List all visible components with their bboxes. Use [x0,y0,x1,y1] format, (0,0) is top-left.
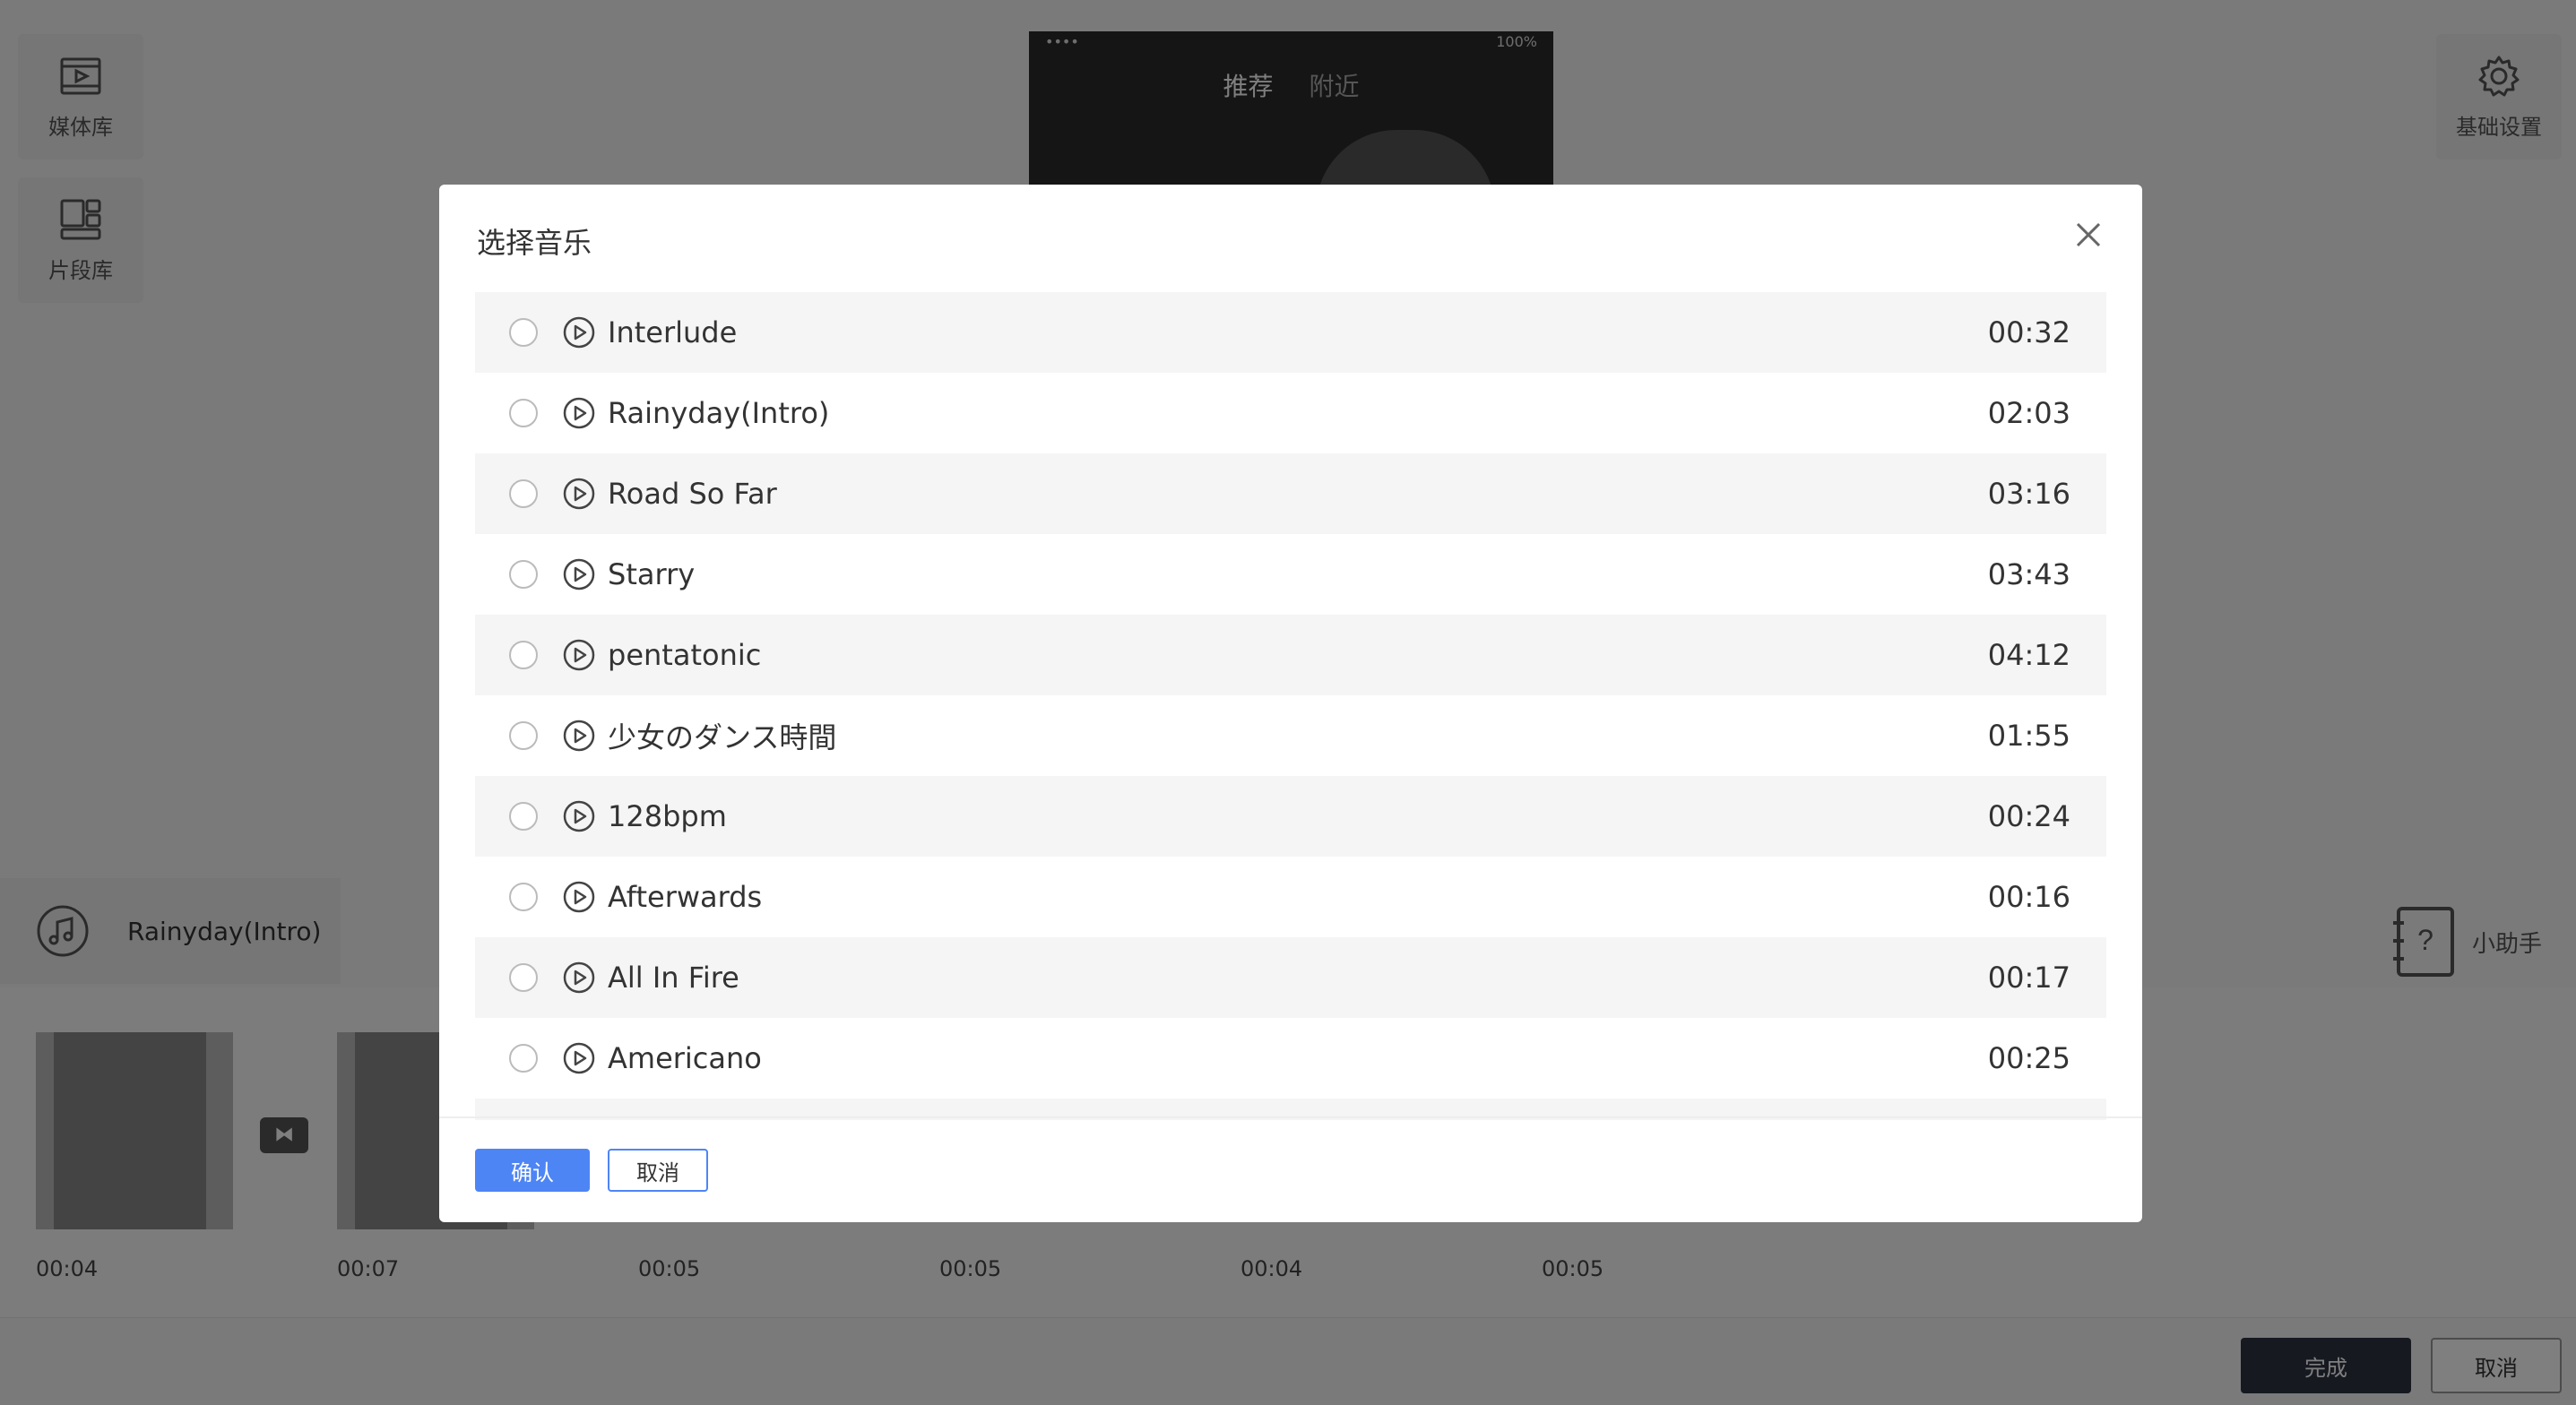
play-icon[interactable] [563,397,595,429]
track-row[interactable]: Afterwards 00:16 [475,857,2106,937]
track-radio[interactable] [509,479,538,508]
dialog-title: 选择音乐 [477,226,592,260]
track-radio[interactable] [509,1044,538,1073]
play-icon[interactable] [563,558,595,590]
play-icon[interactable] [563,881,595,913]
play-icon[interactable] [563,478,595,510]
play-icon[interactable] [563,800,595,832]
track-radio[interactable] [509,641,538,669]
play-icon[interactable] [563,720,595,752]
track-radio[interactable] [509,318,538,347]
select-music-dialog: 选择音乐 Interlude 00:32 Rainyday(Intro) 02:03 R… [439,185,2142,1222]
track-row[interactable]: 少女のダンス時間 01:55 [475,695,2106,776]
track-radio[interactable] [509,560,538,589]
track-row[interactable]: 128bpm 00:24 [475,776,2106,857]
track-row[interactable]: Americano 00:25 [475,1018,2106,1099]
play-icon[interactable] [563,316,595,349]
track-row[interactable]: All In Fire 00:17 [475,937,2106,1018]
track-row[interactable]: Interlude 00:32 [475,292,2106,373]
track-title: Afterwards [608,880,763,914]
confirm-button[interactable]: 确认 [475,1149,590,1192]
track-row[interactable]: Rainyday(Intro) 02:03 [475,373,2106,453]
track-duration: 04:12 [1987,638,2070,672]
cancel-button[interactable]: 取消 [608,1149,708,1192]
track-radio[interactable] [509,963,538,992]
play-icon[interactable] [563,1042,595,1074]
track-row[interactable]: Starry 03:43 [475,534,2106,615]
track-radio[interactable] [509,802,538,831]
track-row[interactable]: Road So Far 03:16 [475,453,2106,534]
track-title: Starry [608,557,696,591]
track-title: 128bpm [608,799,727,833]
track-duration: 00:16 [1987,880,2070,914]
track-title: Rainyday(Intro) [608,396,830,430]
track-radio[interactable] [509,883,538,911]
track-title: Road So Far [608,477,777,511]
track-title: All In Fire [608,961,739,995]
track-duration: 00:25 [1987,1041,2070,1075]
track-title: Americano [608,1041,762,1075]
track-title: pentatonic [608,638,762,672]
track-title: Interlude [608,315,738,349]
track-duration: 00:32 [1987,315,2070,349]
track-duration: 00:17 [1987,961,2070,995]
track-row[interactable]: pentatonic 04:12 [475,615,2106,695]
track-duration: 01:55 [1987,719,2070,753]
play-icon[interactable] [563,961,595,994]
track-duration: 03:16 [1987,477,2070,511]
track-radio[interactable] [509,721,538,750]
track-duration: 00:24 [1987,799,2070,833]
track-duration: 03:43 [1987,557,2070,591]
track-title: 少女のダンス時間 [608,720,837,754]
track-radio[interactable] [509,399,538,427]
track-list: Interlude 00:32 Rainyday(Intro) 02:03 Road S… [475,292,2106,1120]
close-icon[interactable] [2070,217,2106,253]
dialog-divider [439,1116,2142,1118]
track-duration: 02:03 [1987,396,2070,430]
play-icon[interactable] [563,639,595,671]
